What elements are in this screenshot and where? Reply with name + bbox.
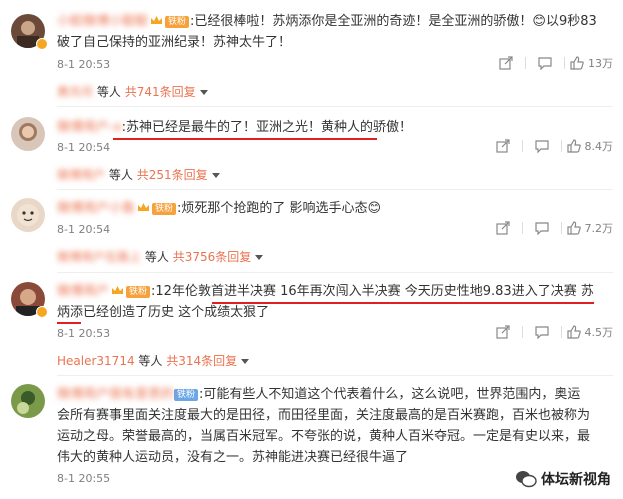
comment-meta: 8-1 20:53 4.5万 <box>57 324 613 344</box>
like-button[interactable]: 8.4万 <box>566 138 614 154</box>
chevron-down-icon[interactable] <box>241 359 250 364</box>
reply-summary[interactable]: 微博用户 等人 共251条回复 <box>57 166 220 183</box>
divider <box>521 326 523 338</box>
like-button[interactable]: 4.5万 <box>566 324 614 340</box>
comment-meta: 8-1 20:54 7.2万 <box>57 220 613 240</box>
reply-username[interactable]: Healer31714 <box>57 354 135 368</box>
like-count: 8.4万 <box>584 140 614 153</box>
divider <box>521 222 523 234</box>
like-count: 13万 <box>588 57 613 70</box>
comment-meta: 8-1 20:54 8.4万 <box>57 138 613 158</box>
comment-actions: 7.2万 <box>489 220 614 236</box>
divider <box>57 189 613 190</box>
crown-icon <box>138 203 150 211</box>
share-icon[interactable] <box>492 56 520 70</box>
comment-text: 微博用户小鱼 铁粉:烦死那个抢跑的了 影响选手心态😊 <box>57 198 603 219</box>
divider <box>560 326 562 338</box>
fan-badge: 铁粉 <box>152 203 177 215</box>
fan-badge: 铁粉 <box>174 389 199 401</box>
comment-time: 8-1 20:54 <box>57 223 111 236</box>
chevron-down-icon[interactable] <box>255 255 264 260</box>
reply-suffix: 等人 <box>96 85 121 99</box>
reply-username[interactable]: 微博用户 <box>57 168 105 182</box>
divider <box>560 140 562 152</box>
share-icon[interactable] <box>489 139 517 153</box>
comment-username[interactable]: 微博用户-o <box>57 120 122 135</box>
avatar[interactable] <box>11 117 45 151</box>
comment-text: 微博用户很有意思的 铁粉:可能有些人不知道这个代表着什么，这么说吧，世界范围内，奥… <box>57 384 593 468</box>
comment-username[interactable]: 小脸微博小聪聪 <box>57 14 148 29</box>
watermark-text: 体坛新视角 <box>541 472 611 488</box>
thumbs-up-icon <box>570 56 584 70</box>
avatar[interactable] <box>11 198 45 232</box>
comment-body: :苏神已经是最牛的了！亚洲之光！黄种人的骄傲！ <box>121 120 413 135</box>
crown-icon <box>151 16 163 24</box>
comment-username[interactable]: 微博用户 <box>57 284 109 299</box>
comment-text: 小脸微博小聪聪 铁粉:已经很棒啦！苏炳添你是全亚洲的奇迹！是全亚洲的骄傲！😊以9秒… <box>57 11 603 53</box>
reply-suffix: 等人 <box>144 250 169 264</box>
highlight-underline <box>212 302 594 304</box>
chevron-down-icon[interactable] <box>199 90 208 95</box>
comment-text: 微博用户-o:苏神已经是最牛的了！亚洲之光！黄种人的骄傲！ <box>57 117 603 138</box>
comment-username[interactable]: 微博用户小鱼 <box>57 201 135 216</box>
like-count: 4.5万 <box>584 326 614 339</box>
verified-badge-icon <box>36 38 48 50</box>
crown-icon <box>112 286 124 294</box>
reply-suffix: 等人 <box>108 168 133 182</box>
reply-username[interactable]: 微博用户在路上 <box>57 250 141 264</box>
reply-count[interactable]: 共3756条回复 <box>173 250 252 264</box>
like-count: 7.2万 <box>584 222 614 235</box>
chevron-down-icon[interactable] <box>211 173 220 178</box>
comment-icon[interactable] <box>528 325 556 339</box>
fan-badge: 铁粉 <box>165 16 190 28</box>
fan-badge: 铁粉 <box>126 286 151 298</box>
reply-username[interactable]: 黄月月 <box>57 85 93 99</box>
divider <box>521 140 523 152</box>
divider <box>57 272 613 273</box>
reply-summary[interactable]: Healer31714 等人 共314条回复 <box>57 352 250 369</box>
reply-summary[interactable]: 微博用户在路上 等人 共3756条回复 <box>57 248 264 265</box>
comment-time: 8-1 20:54 <box>57 141 111 154</box>
share-icon[interactable] <box>489 325 517 339</box>
reply-count[interactable]: 共251条回复 <box>137 168 208 182</box>
thumbs-up-icon <box>566 325 581 339</box>
comment-time: 8-1 20:53 <box>57 58 111 71</box>
comment-username[interactable]: 微博用户很有意思的 <box>57 387 174 402</box>
avatar[interactable] <box>11 384 45 418</box>
divider <box>564 57 565 69</box>
comment-actions: 4.5万 <box>489 324 614 340</box>
reply-count[interactable]: 共314条回复 <box>166 354 237 368</box>
share-icon[interactable] <box>489 221 517 235</box>
verified-badge-icon <box>36 306 48 318</box>
comment-time: 8-1 20:55 <box>57 472 111 485</box>
comment-meta: 8-1 20:53 13万 <box>57 55 613 75</box>
like-button[interactable]: 13万 <box>570 55 613 71</box>
comment-icon[interactable] <box>528 139 556 153</box>
divider <box>525 57 526 69</box>
like-button[interactable]: 7.2万 <box>566 220 614 236</box>
divider <box>57 106 613 107</box>
comment-actions: 8.4万 <box>489 138 614 154</box>
thumbs-up-icon <box>566 221 581 235</box>
watermark: 体坛新视角 <box>515 469 611 489</box>
reply-count[interactable]: 共741条回复 <box>125 85 196 99</box>
thumbs-up-icon <box>566 139 581 153</box>
divider <box>560 222 562 234</box>
divider <box>57 375 613 376</box>
reply-suffix: 等人 <box>138 354 163 368</box>
comment-icon[interactable] <box>531 56 559 70</box>
comment-body: :烦死那个抢跑的了 影响选手心态😊 <box>177 201 382 216</box>
reply-summary[interactable]: 黄月月 等人 共741条回复 <box>57 83 208 100</box>
comment-actions: 13万 <box>492 55 613 71</box>
wechat-icon <box>516 471 537 488</box>
comment-icon[interactable] <box>528 221 556 235</box>
comment-time: 8-1 20:53 <box>57 327 111 340</box>
